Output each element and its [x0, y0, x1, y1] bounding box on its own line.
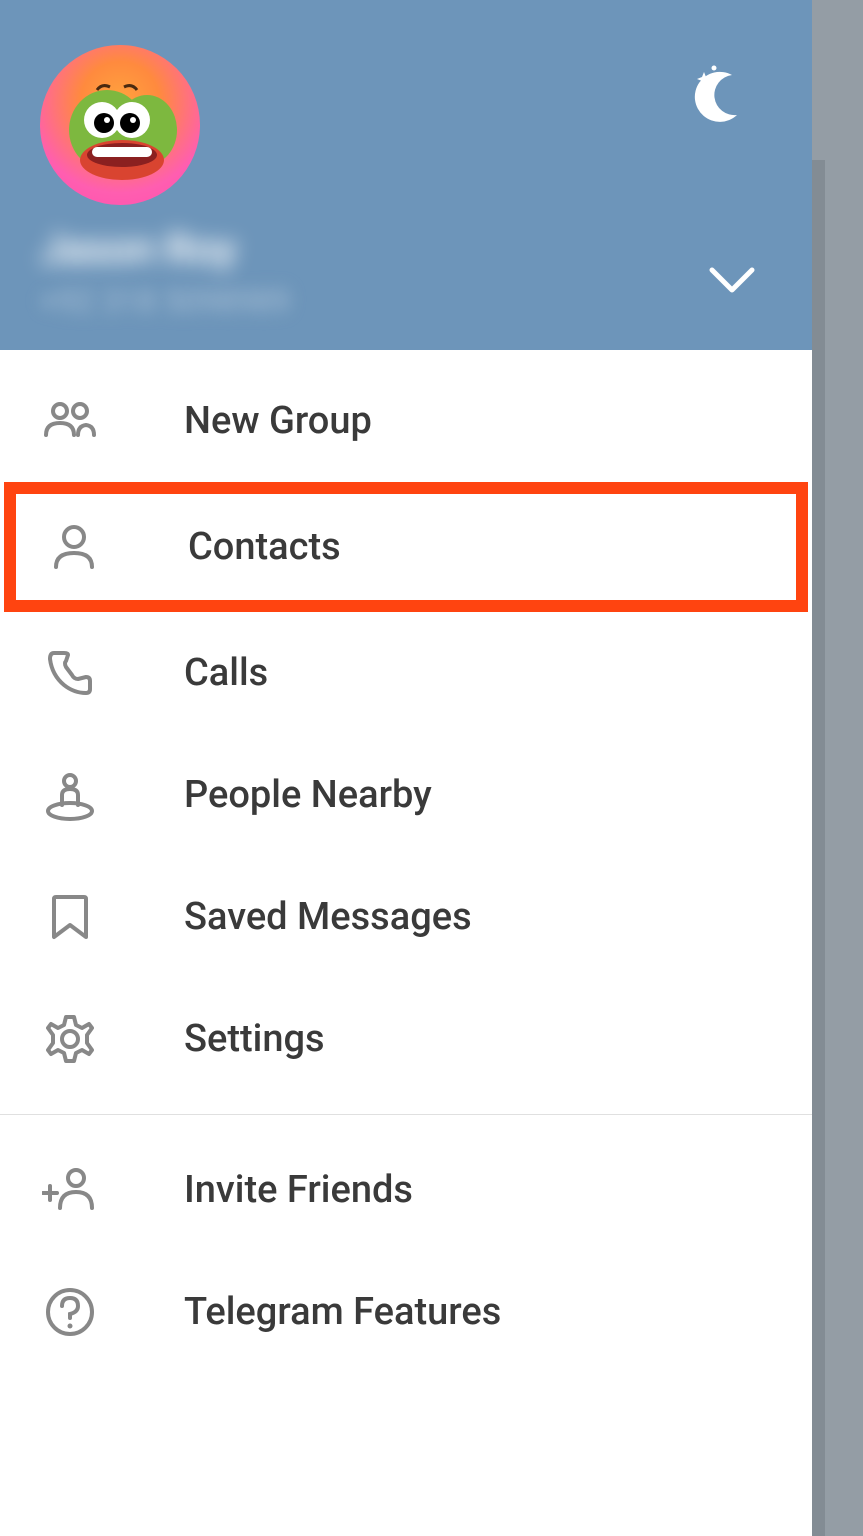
bookmark-icon — [42, 889, 98, 945]
menu-label: People Nearby — [184, 773, 432, 817]
menu-label: Telegram Features — [184, 1290, 501, 1334]
menu-item-contacts[interactable]: Contacts — [4, 482, 808, 612]
user-phone: +92 318 5098989 — [40, 282, 290, 320]
expand-accounts-button[interactable] — [707, 265, 757, 295]
menu-list: New Group Contacts Calls — [0, 350, 812, 1373]
settings-icon — [42, 1011, 98, 1067]
menu-label: Invite Friends — [184, 1168, 413, 1212]
navigation-drawer: Jason Roy +92 318 5098989 New Group — [0, 0, 812, 1536]
menu-item-telegram-features[interactable]: Telegram Features — [0, 1251, 812, 1373]
menu-item-calls[interactable]: Calls — [0, 612, 812, 734]
group-icon — [42, 393, 98, 449]
menu-item-invite-friends[interactable]: Invite Friends — [0, 1129, 812, 1251]
user-avatar[interactable] — [40, 45, 200, 205]
phone-icon — [42, 645, 98, 701]
menu-item-saved-messages[interactable]: Saved Messages — [0, 856, 812, 978]
menu-label: Contacts — [188, 525, 341, 569]
help-icon — [42, 1284, 98, 1340]
contact-icon — [46, 519, 102, 575]
menu-item-new-group[interactable]: New Group — [0, 360, 812, 482]
night-mode-toggle[interactable] — [682, 60, 752, 130]
user-info[interactable]: Jason Roy +92 318 5098989 — [40, 225, 290, 320]
menu-divider — [0, 1114, 812, 1115]
menu-label: New Group — [184, 399, 372, 443]
avatar-sticker — [62, 75, 182, 195]
menu-label: Saved Messages — [184, 895, 472, 939]
invite-icon — [42, 1162, 98, 1218]
nearby-icon — [42, 767, 98, 823]
menu-label: Calls — [184, 651, 268, 695]
menu-label: Settings — [184, 1017, 325, 1061]
menu-item-people-nearby[interactable]: People Nearby — [0, 734, 812, 856]
user-name: Jason Roy — [40, 225, 290, 274]
drawer-header: Jason Roy +92 318 5098989 — [0, 0, 812, 350]
background-shadow — [812, 0, 863, 1536]
menu-item-settings[interactable]: Settings — [0, 978, 812, 1100]
